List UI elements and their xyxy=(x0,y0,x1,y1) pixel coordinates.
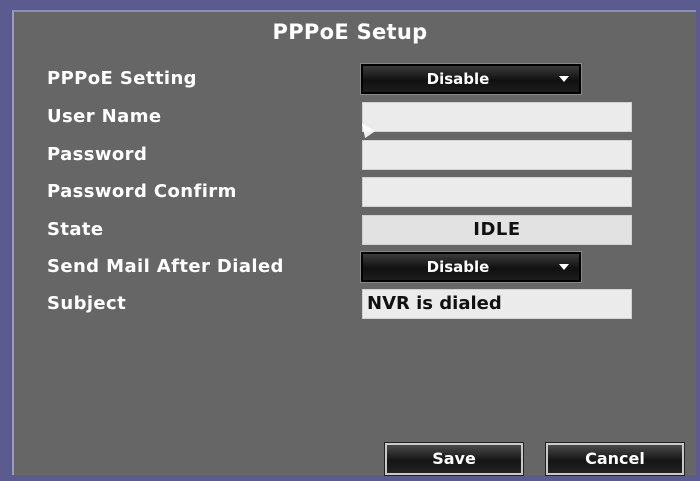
save-button[interactable]: Save xyxy=(384,442,524,476)
subject-label: Subject xyxy=(47,293,127,314)
state-label: State xyxy=(47,219,104,240)
subject-input[interactable]: NVR is dialed xyxy=(362,289,632,319)
password-input[interactable] xyxy=(362,140,632,170)
password-confirm-input[interactable] xyxy=(362,177,632,207)
send-mail-value: Disable xyxy=(426,258,490,276)
page-title: PPPoE Setup xyxy=(272,20,428,44)
password-confirm-label: Password Confirm xyxy=(47,181,237,202)
user-name-input[interactable] xyxy=(362,102,632,132)
user-name-label: User Name xyxy=(47,106,162,127)
chevron-down-icon xyxy=(559,76,569,82)
password-label: Password xyxy=(47,144,148,165)
state-value: IDLE xyxy=(362,215,632,245)
pppoe-setting-value: Disable xyxy=(426,70,490,88)
chevron-down-icon xyxy=(559,264,569,270)
send-mail-dropdown[interactable]: Disable xyxy=(360,251,582,283)
send-mail-label: Send Mail After Dialed xyxy=(47,256,284,277)
cancel-button[interactable]: Cancel xyxy=(545,442,685,476)
pppoe-setting-dropdown[interactable]: Disable xyxy=(360,63,582,95)
pppoe-setting-label: PPPoE Setting xyxy=(47,68,197,89)
